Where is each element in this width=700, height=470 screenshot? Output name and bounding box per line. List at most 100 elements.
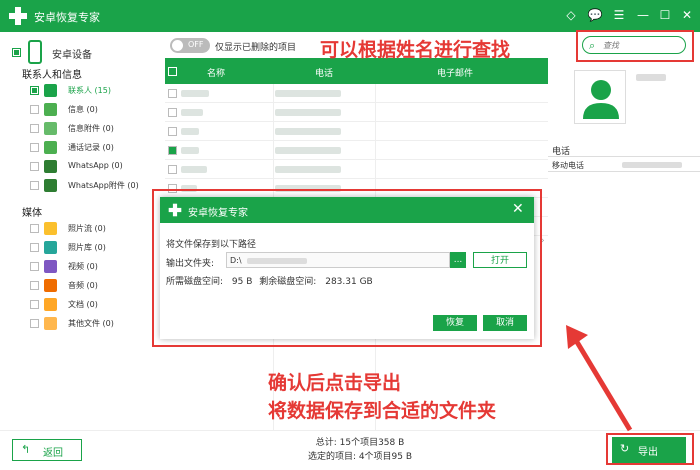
restore-button[interactable]: 恢复 (433, 315, 477, 331)
output-folder-label: 输出文件夹: (166, 259, 215, 269)
sidebar-item-checkbox[interactable] (30, 224, 39, 233)
back-label: 返回 (43, 448, 63, 459)
row-name-blurred (181, 109, 203, 116)
sidebar-item[interactable]: 信息 (0) (30, 103, 165, 117)
output-folder-value: D:\ (230, 256, 242, 265)
back-arrow-icon: ↰ (21, 443, 31, 456)
row-name-blurred (181, 166, 207, 173)
sidebar-item[interactable]: 信息附件 (0) (30, 122, 165, 136)
app-title: 安卓恢复专家 (34, 11, 100, 24)
output-folder-input[interactable]: D:\ (226, 252, 450, 268)
row-checkbox[interactable] (168, 146, 177, 155)
sidebar: 安卓设备 联系人和信息 联系人 (15) 信息 (0) 信息附件 (0) 通话记录 (… (0, 32, 165, 430)
sidebar-item-checkbox[interactable] (30, 143, 39, 152)
photostream-icon (44, 222, 57, 235)
whatsapp-icon (44, 160, 57, 173)
free-space-label: 剩余磁盘空间: (259, 277, 317, 287)
row-phone-blurred (275, 90, 341, 97)
sidebar-item-label: WhatsApp (0) (68, 161, 123, 170)
sidebar-item[interactable]: 文档 (0) (30, 298, 165, 312)
sidebar-item-label: 其他文件 (0) (68, 319, 114, 328)
sidebar-item-checkbox[interactable] (30, 124, 39, 133)
sidebar-item-checkbox[interactable] (30, 319, 39, 328)
column-name[interactable]: 名称 (207, 66, 225, 79)
required-space-label: 所需磁盘空间: (166, 277, 224, 287)
contact-avatar (574, 70, 626, 124)
export-button[interactable]: ↻ 导出 (612, 437, 686, 463)
table-row[interactable] (165, 84, 548, 103)
back-button[interactable]: ↰ 返回 (12, 439, 82, 461)
row-name-blurred (181, 185, 197, 192)
sidebar-item-checkbox[interactable] (30, 262, 39, 271)
sidebar-item-checkbox[interactable] (30, 243, 39, 252)
table-row[interactable] (165, 179, 548, 198)
row-name-blurred (181, 90, 209, 97)
table-row[interactable] (165, 160, 548, 179)
browse-button[interactable]: ... (450, 252, 466, 268)
sidebar-item-checkbox[interactable] (30, 86, 39, 95)
section-contacts-messages: 联系人和信息 (22, 70, 82, 81)
sidebar-item[interactable]: 其他文件 (0) (30, 317, 165, 331)
search-input[interactable] (603, 39, 681, 51)
cancel-button[interactable]: 取消 (483, 315, 527, 331)
attachment-icon (44, 122, 57, 135)
sidebar-item[interactable]: WhatsApp附件 (0) (30, 179, 165, 193)
search-box[interactable]: ⌕ (582, 36, 686, 54)
column-email[interactable]: 电子邮件 (437, 66, 473, 79)
export-label: 导出 (638, 447, 658, 458)
detail-phone-blurred (622, 162, 682, 168)
menu-icon[interactable]: ☰ (610, 6, 628, 24)
title-bar: 安卓恢复专家 ◇ 💬 ☰ — ☐ ✕ (0, 0, 700, 32)
device-checkbox[interactable] (12, 48, 21, 57)
whatsapp-attachment-icon (44, 179, 57, 192)
sidebar-item-label: 照片库 (0) (68, 243, 106, 252)
sidebar-item[interactable]: 照片库 (0) (30, 241, 165, 255)
annotation-arrow-icon (566, 325, 633, 432)
sidebar-item[interactable]: 照片流 (0) (30, 222, 165, 236)
total-items: 总计: 15个项目358 B (315, 438, 405, 448)
sidebar-item-label: 信息附件 (0) (68, 124, 114, 133)
column-phone[interactable]: 电话 (315, 66, 333, 79)
required-space-value: 95 B (231, 277, 253, 287)
phone-device-icon (28, 40, 42, 64)
collapse-arrow-icon[interactable]: › (541, 236, 545, 246)
select-all-checkbox[interactable] (168, 67, 177, 76)
table-row[interactable] (165, 141, 548, 160)
sidebar-item[interactable]: 通话记录 (0) (30, 141, 165, 155)
footer-bar: ↰ 返回 总计: 15个项目358 B 选定的项目: 4个项目95 B ↻ 导出 (0, 430, 700, 470)
open-folder-button[interactable]: 打开 (473, 252, 527, 268)
deleted-only-toggle[interactable]: OFF (170, 38, 210, 53)
maximize-icon[interactable]: ☐ (656, 6, 674, 24)
table-row[interactable] (165, 103, 548, 122)
table-row[interactable] (165, 122, 548, 141)
sidebar-item[interactable]: 音频 (0) (30, 279, 165, 293)
photo-library-icon (44, 241, 57, 254)
sidebar-item[interactable]: WhatsApp (0) (30, 160, 165, 174)
row-checkbox[interactable] (168, 184, 177, 193)
minimize-icon[interactable]: — (634, 6, 652, 24)
message-icon (44, 103, 57, 116)
save-dialog: 安卓恢复专家 ✕ 将文件保存到以下路径 输出文件夹: D:\ ... 打开 所需… (160, 197, 534, 339)
dialog-close-icon[interactable]: ✕ (512, 201, 524, 217)
deleted-only-label: 仅显示已删除的项目 (215, 43, 297, 53)
diamond-icon[interactable]: ◇ (562, 6, 580, 24)
sidebar-item-checkbox[interactable] (30, 281, 39, 290)
row-checkbox[interactable] (168, 127, 177, 136)
row-checkbox[interactable] (168, 108, 177, 117)
close-icon[interactable]: ✕ (678, 6, 696, 24)
sidebar-item-checkbox[interactable] (30, 105, 39, 114)
row-name-blurred (181, 128, 199, 135)
sidebar-item-checkbox[interactable] (30, 300, 39, 309)
selection-stats: 总计: 15个项目358 B 选定的项目: 4个项目95 B (260, 436, 460, 464)
contact-name-blurred (636, 74, 666, 81)
search-annotation: 可以根据姓名进行查找 (320, 39, 511, 61)
chat-icon[interactable]: 💬 (586, 6, 604, 24)
sidebar-item[interactable]: 联系人 (15) (30, 84, 165, 98)
row-checkbox[interactable] (168, 89, 177, 98)
sidebar-item-checkbox[interactable] (30, 162, 39, 171)
search-icon: ⌕ (589, 39, 596, 52)
section-media: 媒体 (22, 208, 42, 219)
sidebar-item-checkbox[interactable] (30, 181, 39, 190)
sidebar-item[interactable]: 视频 (0) (30, 260, 165, 274)
row-checkbox[interactable] (168, 165, 177, 174)
